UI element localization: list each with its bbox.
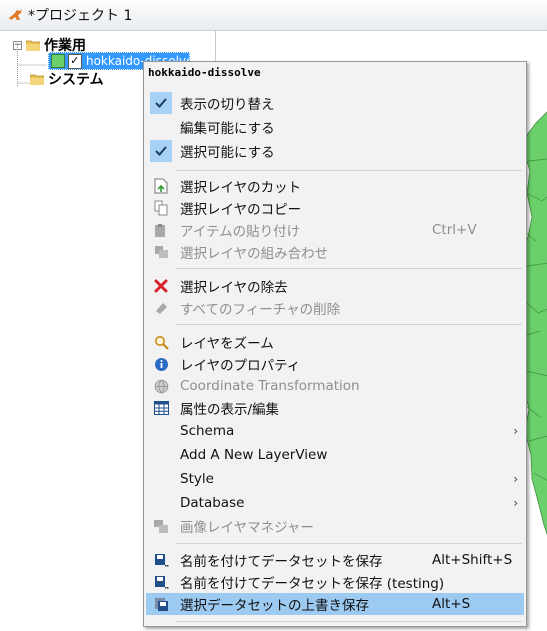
tree-system-label: システム <box>48 72 104 88</box>
menu-separator <box>176 268 522 269</box>
window-title: *プロジェクト 1 <box>28 8 133 24</box>
zoom-icon <box>150 331 172 353</box>
menu-separator <box>176 170 522 171</box>
image-layer-icon <box>150 515 172 537</box>
folder-icon <box>30 74 44 85</box>
context-menu-header: hokkaido-dissolve <box>148 66 261 79</box>
save-as-icon <box>150 549 172 571</box>
menu-item-image-layer-manager[interactable]: 画像レイヤマネジャー <box>146 515 524 537</box>
layer-context-menu: hokkaido-dissolve 表示の切り替え 編集可能にする 選択可能にす… <box>143 61 527 627</box>
copy-icon <box>150 197 172 219</box>
save-icon <box>150 593 172 615</box>
menu-item-copy-layer[interactable]: 選択レイヤのコピー <box>146 197 524 219</box>
menu-item-save-dataset-as[interactable]: 名前を付けてデータセットを保存 Alt+Shift+S <box>146 549 524 571</box>
eraser-icon <box>150 297 172 319</box>
menu-separator <box>176 543 522 544</box>
menu-item-view-edit-attributes[interactable]: 属性の表示/編集 <box>146 397 524 419</box>
menu-item-remove-layer[interactable]: 選択レイヤの除去 <box>146 275 524 297</box>
menu-item-delete-all-features[interactable]: すべてのフィーチャの削除 <box>146 297 524 319</box>
combine-icon <box>150 241 172 263</box>
paste-icon <box>150 219 172 241</box>
menu-item-paste[interactable]: アイテムの貼り付け Ctrl+V <box>146 219 524 241</box>
menu-item-overwrite-save-dataset[interactable]: 選択データセットの上書き保存 Alt+S <box>146 593 524 615</box>
tree-system-row[interactable]: システム <box>17 70 104 88</box>
menu-item-zoom-to-layer[interactable]: レイヤをズーム <box>146 331 524 353</box>
menu-item-layer-properties[interactable]: レイヤのプロパティ <box>146 353 524 375</box>
menu-item-schema[interactable]: Schema › <box>146 420 524 442</box>
menu-separator <box>176 621 522 622</box>
check-icon <box>150 140 172 162</box>
layer-visibility-checkbox[interactable]: ✓ <box>67 53 82 69</box>
remove-icon <box>150 275 172 297</box>
menu-item-database[interactable]: Database › <box>146 492 524 514</box>
menu-separator <box>176 324 522 325</box>
globe-icon <box>150 375 172 397</box>
menu-item-editable[interactable]: 編集可能にする <box>146 116 524 138</box>
submenu-arrow-icon: › <box>513 424 518 438</box>
check-icon <box>150 92 172 114</box>
cut-page-icon <box>150 175 172 197</box>
menu-item-combine-layers[interactable]: 選択レイヤの組み合わせ <box>146 241 524 263</box>
menu-item-cut-layer[interactable]: 選択レイヤのカット <box>146 175 524 197</box>
menu-item-style[interactable]: Style › <box>146 468 524 490</box>
menu-item-coordinate-transformation[interactable]: Coordinate Transformation <box>146 375 524 397</box>
submenu-arrow-icon: › <box>513 496 518 510</box>
layer-color-swatch <box>51 54 65 68</box>
menu-item-selectable[interactable]: 選択可能にする <box>146 140 524 162</box>
submenu-arrow-icon: › <box>513 472 518 486</box>
table-icon <box>150 397 172 419</box>
menu-item-toggle-visibility[interactable]: 表示の切り替え <box>146 92 524 114</box>
kangaroo-icon <box>8 7 24 23</box>
window-titlebar: *プロジェクト 1 <box>0 0 547 31</box>
info-icon <box>150 353 172 375</box>
menu-item-save-dataset-as-testing[interactable]: 名前を付けてデータセットを保存 (testing) <box>146 571 524 593</box>
save-as-icon <box>150 571 172 593</box>
menu-item-add-layerview[interactable]: Add A New LayerView <box>146 444 524 466</box>
